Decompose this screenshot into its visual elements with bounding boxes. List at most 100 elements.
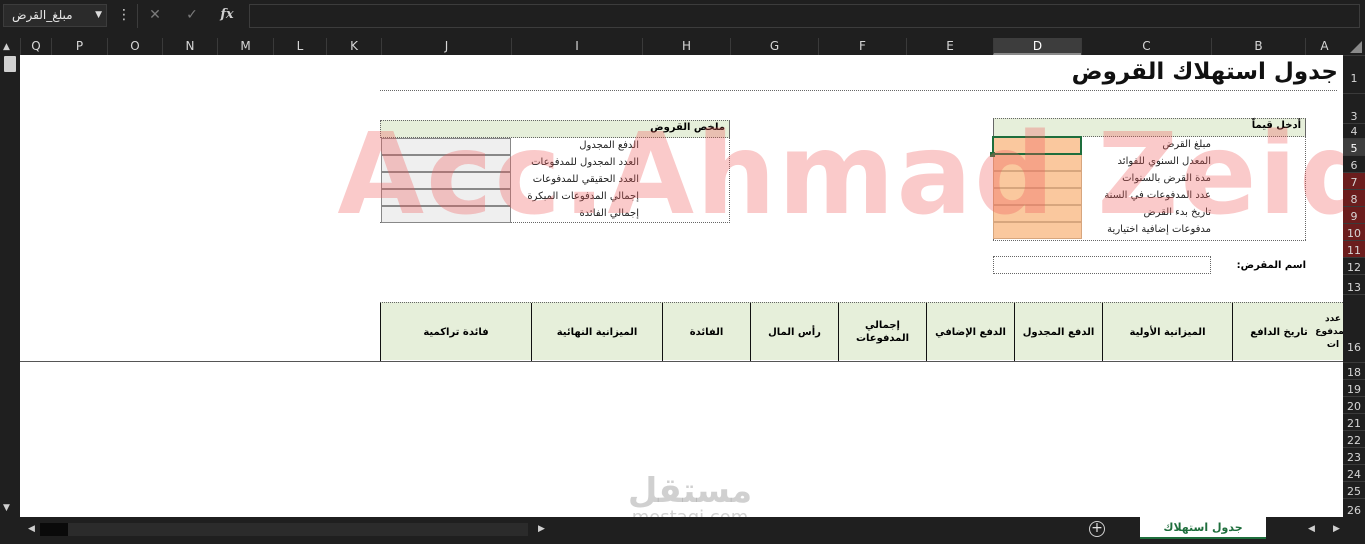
row-header-12[interactable]: 12 (1343, 257, 1365, 274)
row-header-6[interactable]: 6 (1343, 155, 1365, 172)
input-value-cell[interactable] (993, 188, 1082, 205)
row-header-11[interactable]: 11 (1343, 240, 1365, 257)
input-value-cell[interactable] (993, 222, 1082, 239)
scroll-left-icon[interactable]: ◀ (28, 524, 35, 534)
summary-value-cell[interactable] (381, 206, 511, 223)
sheet-tab-amortization[interactable]: جدول استهلاك القروض (1140, 517, 1266, 544)
row-header-24[interactable]: 24 (1343, 464, 1365, 481)
input-value-cell[interactable] (993, 205, 1082, 222)
worksheet[interactable]: جدول استهلاك القروض أدخل قيماً مبلغ القر… (20, 55, 1343, 517)
column-header-l[interactable]: L (273, 38, 326, 55)
mostaqi-logo-ar: مستقل (627, 471, 753, 511)
row-header-9[interactable]: 9 (1343, 206, 1365, 223)
formula-input[interactable] (249, 4, 1360, 28)
row-header-7[interactable]: 7 (1343, 172, 1365, 189)
table-header-cell[interactable]: عدد المدفوع ات (1315, 303, 1343, 361)
column-header-p[interactable]: P (51, 38, 107, 55)
summary-value-cell[interactable] (381, 155, 511, 172)
summary-label: إجمالي الفائدة (579, 208, 639, 219)
row-header-10[interactable]: 10 (1343, 223, 1365, 240)
input-box-right (1305, 118, 1306, 240)
row-header-4[interactable]: 4 (1343, 123, 1365, 138)
row-header-1[interactable]: 1 (1343, 55, 1365, 93)
column-header-j[interactable]: J (381, 38, 511, 55)
table-header-cell[interactable]: رأس المال (750, 303, 838, 361)
row-header-13[interactable]: 13 (1343, 274, 1365, 294)
table-header-cell[interactable]: الميزانية النهائية (531, 303, 662, 361)
input-label: عدد المدفوعات في السنة (1104, 190, 1211, 201)
row-header-5[interactable]: 5 (1343, 138, 1365, 155)
summary-value-cell[interactable] (381, 189, 511, 206)
borrower-field[interactable] (993, 256, 1211, 274)
active-cell[interactable] (990, 136, 1082, 157)
column-header-m[interactable]: M (217, 38, 273, 55)
summary-label: العدد المجدول للمدفوعات (531, 157, 639, 168)
input-label: مدفوعات إضافية اختيارية (1107, 224, 1211, 235)
row-header-22[interactable]: 22 (1343, 430, 1365, 447)
row-header-21[interactable]: 21 (1343, 413, 1365, 430)
input-box-bottom (993, 240, 1306, 241)
row-header-20[interactable]: 20 (1343, 396, 1365, 413)
add-sheet-icon[interactable]: + (1089, 521, 1105, 537)
table-header-cell[interactable]: الدفع المجدول (1014, 303, 1102, 361)
input-value-cell[interactable] (993, 171, 1082, 188)
scroll-up-icon[interactable]: ▲ (3, 42, 10, 52)
scroll-thumb[interactable] (4, 56, 16, 72)
column-header: ABCDEFGHIJKLMNOPQ (0, 38, 1365, 55)
column-header-i[interactable]: I (511, 38, 642, 55)
input-label: المعدل السنوي للفوائد (1117, 156, 1211, 167)
cancel-icon[interactable]: ✕ (145, 6, 165, 24)
column-header-d[interactable]: D (993, 38, 1081, 55)
tab-next-icon[interactable]: ▶ (1333, 524, 1340, 534)
page-title[interactable]: جدول استهلاك القروض (1072, 59, 1338, 85)
summary-value-cell[interactable] (381, 172, 511, 189)
column-header-e[interactable]: E (906, 38, 993, 55)
column-header-h[interactable]: H (642, 38, 730, 55)
table-header-cell[interactable]: الدفع الإضافي (926, 303, 1014, 361)
column-header-n[interactable]: N (162, 38, 217, 55)
summary-label: العدد الحقيقي للمدفوعات (532, 174, 639, 185)
horizontal-scrollbar[interactable] (68, 523, 528, 536)
row-header-8[interactable]: 8 (1343, 189, 1365, 206)
table-header-cell[interactable]: إجمالي المدفوعات (838, 303, 926, 361)
mostaqi-logo: مستقل mostaqi.com (610, 473, 770, 517)
input-box-header[interactable]: أدخل قيماً (993, 118, 1306, 137)
column-header-g[interactable]: G (730, 38, 818, 55)
input-value-cell[interactable] (993, 154, 1082, 171)
row-header-26[interactable]: 26 (1343, 498, 1365, 517)
table-header-cell[interactable]: فائدة تراكمية (380, 303, 531, 361)
scroll-right-icon[interactable]: ▶ (538, 524, 545, 534)
table-header-cell[interactable]: تاريخ الدافع (1232, 303, 1325, 361)
name-box[interactable]: مبلغ_القرض ▼ (3, 4, 107, 27)
mostaqi-logo-en: mostaqi.com (610, 509, 770, 518)
select-all-corner[interactable] (1343, 38, 1365, 55)
column-header-b[interactable]: B (1211, 38, 1305, 55)
column-header-f[interactable]: F (818, 38, 906, 55)
summary-value-cell[interactable] (381, 138, 511, 155)
row-header-16[interactable]: 16 (1343, 294, 1365, 362)
column-header-q[interactable]: Q (20, 38, 51, 55)
row-header-18[interactable]: 18 (1343, 362, 1365, 379)
column-header-o[interactable]: O (107, 38, 162, 55)
enter-icon[interactable]: ✓ (182, 6, 202, 24)
column-header-k[interactable]: K (326, 38, 381, 55)
table-header-cell[interactable]: الميزانية الأولية (1102, 303, 1232, 361)
summary-box-header[interactable]: ملخص القروض (380, 120, 730, 138)
summary-label: إجمالي المدفوعات المبكرة (527, 191, 639, 202)
input-label: تاريخ بدء القرض (1143, 207, 1211, 218)
row-header-25[interactable]: 25 (1343, 481, 1365, 498)
tab-prev-icon[interactable]: ◀ (1308, 524, 1315, 534)
table-header-cell[interactable]: الفائدة (662, 303, 750, 361)
chevron-down-icon[interactable]: ▼ (95, 5, 102, 26)
vertical-scrollbar[interactable]: ▲ ▼ (0, 38, 20, 517)
scroll-down-icon[interactable]: ▼ (3, 503, 10, 513)
more-options-icon[interactable]: ⋮ (114, 6, 134, 24)
formula-bar: مبلغ_القرض ▼ ⋮ ✕ ✓ fx (0, 0, 1365, 32)
row-header-19[interactable]: 19 (1343, 379, 1365, 396)
row-header-3[interactable]: 3 (1343, 93, 1365, 123)
column-header-a[interactable]: A (1305, 38, 1343, 55)
horizontal-scroll-thumb[interactable] (40, 523, 68, 536)
insert-function-icon[interactable]: fx (217, 6, 237, 24)
column-header-c[interactable]: C (1081, 38, 1211, 55)
row-header-23[interactable]: 23 (1343, 447, 1365, 464)
